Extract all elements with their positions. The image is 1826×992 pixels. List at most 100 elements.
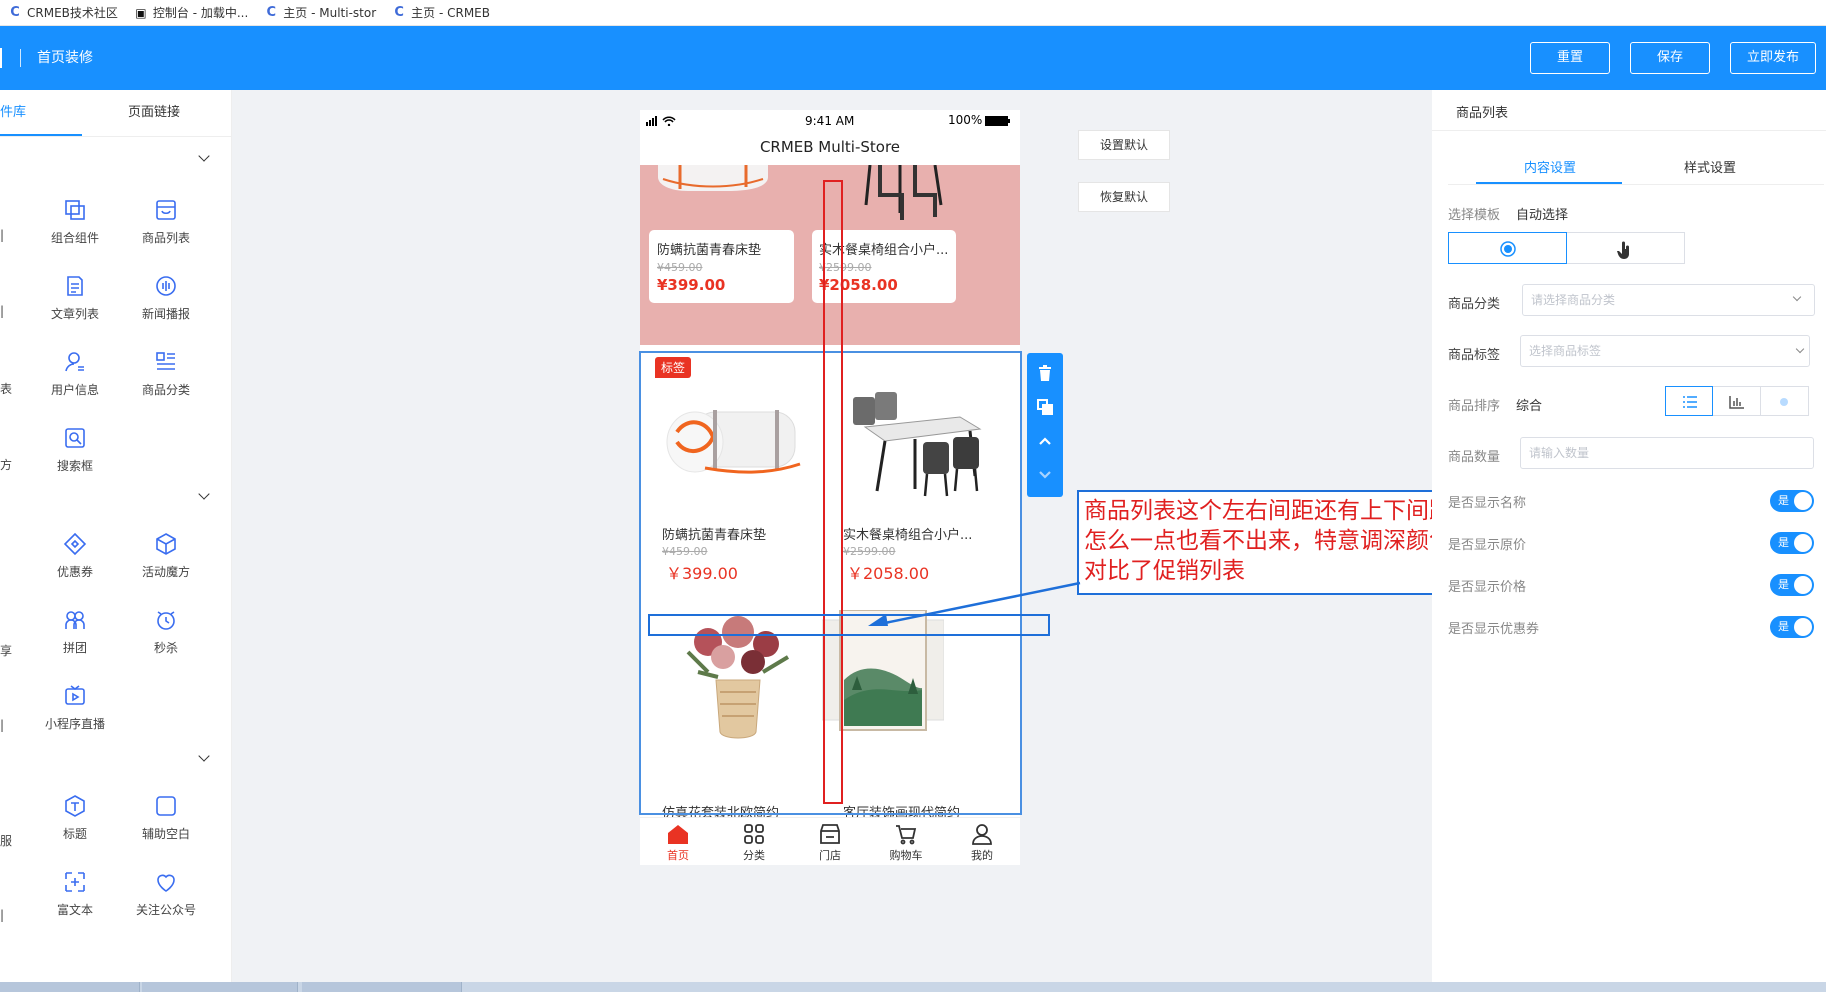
move-down-icon[interactable]	[1035, 465, 1055, 485]
nav-home[interactable]: 首页	[640, 818, 716, 865]
component-flash-sale[interactable]: 秒杀	[130, 608, 202, 656]
template-option[interactable]	[1567, 232, 1685, 264]
divider	[0, 136, 232, 137]
chevron-down-icon[interactable]	[198, 150, 210, 162]
show-price-toggle[interactable]: 是	[1770, 574, 1814, 596]
save-button[interactable]: 保存	[1630, 42, 1710, 74]
battery-level: 100%	[948, 113, 983, 127]
tab-style-settings[interactable]: 样式设置	[1684, 157, 1736, 176]
component-label: 商品列表	[141, 231, 190, 245]
category-icon	[156, 352, 175, 370]
product-card[interactable]: 防螨抗菌青春床垫 ¥459.00 ¥399.00	[649, 230, 794, 303]
show-original-price-toggle[interactable]: 是	[1770, 532, 1814, 554]
sort-option-default[interactable]	[1665, 386, 1713, 416]
reset-button[interactable]: 重置	[1530, 42, 1610, 74]
hand-cursor-icon	[1617, 241, 1629, 259]
component-product-list[interactable]: 商品列表	[130, 198, 202, 246]
search-icon	[65, 428, 85, 448]
browser-tab-label: 主页 - CRMEB	[411, 6, 491, 20]
chevron-down-icon[interactable]	[198, 750, 210, 762]
component-follow-account[interactable]: 关注公众号	[130, 870, 202, 918]
dot-icon	[1780, 398, 1788, 406]
clock-icon	[157, 611, 175, 630]
component-label: 优惠券	[56, 565, 93, 579]
grid-icon	[744, 824, 764, 844]
set-default-button[interactable]: 设置默认	[1078, 130, 1170, 160]
nav-mine[interactable]: 我的	[944, 818, 1020, 865]
template-option-selected[interactable]	[1448, 232, 1567, 264]
delete-icon[interactable]	[1035, 363, 1055, 383]
component-spacer[interactable]: 辅助空白	[130, 794, 202, 842]
component-label: 活动魔方	[141, 565, 190, 579]
cut-label: 服	[0, 834, 13, 848]
component-label: 用户信息	[50, 383, 99, 397]
dining-set-image	[864, 165, 943, 220]
component-magic[interactable]: 活动魔方	[130, 532, 202, 580]
nav-category[interactable]: 分类	[716, 818, 792, 865]
chevron-down-icon[interactable]	[198, 488, 210, 500]
rich-text-icon	[65, 872, 85, 892]
restore-default-button[interactable]: 恢复默认	[1078, 182, 1170, 212]
nav-label: 门店	[819, 849, 841, 862]
component-live[interactable]: 小程序直播	[39, 684, 111, 732]
category-select[interactable]: 请选择商品分类	[1522, 284, 1815, 316]
live-icon	[65, 685, 85, 705]
spacer-icon	[156, 796, 176, 816]
nav-store[interactable]: 门店	[792, 818, 868, 865]
count-input[interactable]: 请输入数量	[1520, 437, 1814, 469]
taskbar-item[interactable]	[0, 982, 140, 992]
component-title[interactable]: 标题	[39, 794, 111, 842]
component-news[interactable]: 新闻播报	[130, 274, 202, 322]
group-icon	[65, 611, 85, 629]
browser-tab[interactable]: C CRMEB技术社区	[0, 0, 126, 26]
component-combo[interactable]: 组合组件	[39, 198, 111, 246]
tab-content-settings[interactable]: 内容设置	[1524, 157, 1576, 176]
taskbar-item[interactable]	[302, 982, 462, 992]
tag-select[interactable]: 选择商品标签	[1520, 335, 1810, 367]
component-label: 搜索框	[56, 459, 93, 473]
publish-button[interactable]: 立即发布	[1730, 42, 1816, 74]
cut-label: |	[0, 304, 5, 318]
layers-icon	[65, 200, 85, 220]
copy-icon[interactable]	[1035, 397, 1055, 417]
divider	[1432, 130, 1826, 131]
component-coupon[interactable]: 优惠券	[39, 532, 111, 580]
sort-option-price[interactable]	[1761, 386, 1809, 416]
cube-icon	[156, 533, 176, 555]
browser-tab[interactable]: ▣ 控制台 - 加载中...	[126, 0, 256, 26]
battery-icon	[985, 116, 1010, 126]
component-rich-text[interactable]: 富文本	[39, 870, 111, 918]
nav-cart[interactable]: 购物车	[868, 818, 944, 865]
sort-option-sales[interactable]	[1713, 386, 1761, 416]
tab-component-library[interactable]: 件库	[0, 102, 26, 124]
cut-label: 享	[0, 644, 13, 658]
tab-page-links[interactable]: 页面链接	[128, 102, 180, 124]
show-name-toggle[interactable]: 是	[1770, 490, 1814, 512]
component-search[interactable]: 搜索框	[39, 426, 111, 474]
component-label: 辅助空白	[141, 827, 190, 841]
browser-tab-label: 主页 - Multi-stor	[283, 6, 377, 20]
nav-label: 我的	[971, 849, 993, 862]
back-icon[interactable]	[0, 48, 4, 68]
component-user-info[interactable]: 用户信息	[39, 350, 111, 398]
component-label: 关注公众号	[135, 903, 196, 917]
show-coupon-toggle[interactable]: 是	[1770, 616, 1814, 638]
component-article-list[interactable]: 文章列表	[39, 274, 111, 322]
move-up-icon[interactable]	[1035, 431, 1055, 451]
component-group-buy[interactable]: 拼团	[39, 608, 111, 656]
list-icon	[1683, 396, 1697, 408]
browser-tab[interactable]: C 主页 - CRMEB	[384, 0, 498, 26]
bottom-nav-bar: 首页 分类 门店 购物车 我的	[640, 817, 1020, 865]
toggle-label: 是否显示原价	[1448, 538, 1527, 553]
component-label: 小程序直播	[44, 717, 105, 731]
cut-label: 表	[0, 382, 13, 396]
browser-tab-strip: C CRMEB技术社区 ▣ 控制台 - 加载中... C 主页 - Multi-sto…	[0, 0, 1826, 26]
top-bar: 首页装修 重置 保存 立即发布	[0, 26, 1826, 90]
taskbar-item[interactable]	[142, 982, 298, 992]
component-product-category[interactable]: 商品分类	[130, 350, 202, 398]
component-library-panel: 件库 页面链接 | | 表 方 享 | 服 | 组合组件 商品列表 文章列表 新…	[0, 90, 232, 982]
signal-icon	[646, 116, 676, 126]
nav-label: 首页	[667, 849, 689, 862]
component-label: 拼团	[62, 641, 87, 655]
browser-tab[interactable]: C 主页 - Multi-stor	[256, 0, 384, 26]
